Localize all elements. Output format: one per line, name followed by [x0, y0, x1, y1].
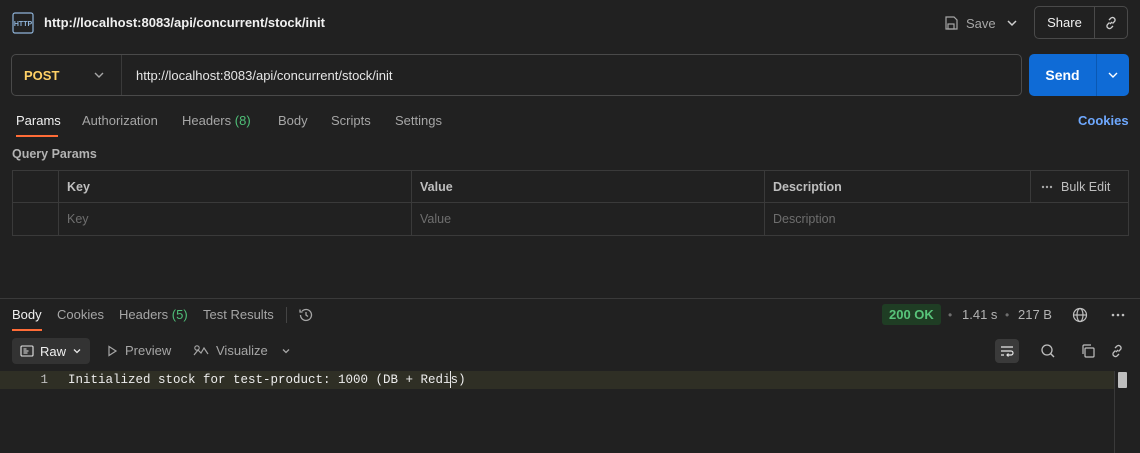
http-request-icon: HTTP	[10, 10, 36, 36]
response-time[interactable]: 1.41 s	[962, 307, 997, 322]
save-icon	[944, 16, 958, 30]
copy-link-button[interactable]	[1095, 7, 1127, 38]
key-input[interactable]: Key	[58, 203, 411, 235]
pane-divider[interactable]	[0, 298, 1140, 299]
scrollbar-track	[1114, 371, 1115, 453]
response-tab-headers[interactable]: Headers (5)	[119, 307, 188, 322]
preview-label: Preview	[125, 343, 172, 358]
column-header-key: Key	[58, 171, 411, 202]
description-input[interactable]: Description	[764, 203, 1128, 235]
column-header-value: Value	[411, 171, 764, 202]
response-tab-test-results[interactable]: Test Results	[203, 307, 274, 322]
method-select[interactable]: POST	[12, 55, 122, 95]
query-params-title: Query Params	[12, 147, 97, 161]
separator-dot: •	[1005, 308, 1010, 322]
save-label: Save	[966, 15, 996, 31]
response-tab-headers-count: (5)	[171, 307, 188, 322]
raw-format-select[interactable]: Raw	[12, 338, 90, 364]
preview-button[interactable]: Preview	[106, 343, 171, 358]
send-group: Send	[1029, 54, 1129, 96]
tab-headers-count: (8)	[234, 113, 251, 128]
method-label: POST	[24, 67, 60, 83]
chevron-down-icon	[1107, 69, 1119, 81]
visualize-label: Visualize	[216, 343, 268, 358]
request-title[interactable]: http://localhost:8083/api/concurrent/sto…	[44, 15, 325, 30]
status-badge[interactable]: 200 OK	[882, 304, 941, 325]
row-checkbox-cell	[13, 203, 58, 235]
wrap-lines-icon[interactable]	[995, 339, 1019, 363]
column-header-description: Description	[764, 171, 1030, 202]
play-icon	[106, 344, 118, 357]
visualize-icon	[193, 344, 209, 358]
copy-icon[interactable]	[1078, 341, 1098, 361]
response-tab-body[interactable]: Body	[12, 307, 42, 322]
url-bar: POST	[11, 54, 1022, 96]
more-options-icon[interactable]	[1041, 185, 1053, 189]
tab-authorization[interactable]: Authorization	[82, 113, 158, 128]
tab-body[interactable]: Body	[278, 113, 308, 128]
bulk-edit-button[interactable]: Bulk Edit	[1061, 180, 1110, 194]
send-options-button[interactable]	[1097, 54, 1129, 96]
tab-scripts[interactable]: Scripts	[331, 113, 371, 128]
tab-headers-label: Headers	[182, 113, 232, 128]
visualize-chevron-down-icon[interactable]	[278, 343, 294, 359]
save-options-chevron-down-icon[interactable]	[1000, 10, 1024, 36]
response-tab-headers-label: Headers	[119, 307, 169, 322]
raw-label: Raw	[40, 343, 67, 359]
tab-separator	[286, 307, 287, 323]
link-icon[interactable]	[1107, 341, 1127, 361]
tab-settings[interactable]: Settings	[395, 113, 442, 128]
value-input[interactable]: Value	[411, 203, 764, 235]
svg-text:HTTP: HTTP	[14, 21, 33, 28]
table-header-row: Key Value Description Bulk Edit	[13, 171, 1128, 203]
raw-icon	[20, 345, 34, 357]
response-body-text[interactable]: Initialized stock for test-product: 1000…	[68, 373, 466, 387]
checkbox-column-header	[13, 171, 58, 202]
globe-icon[interactable]	[1070, 305, 1090, 325]
history-icon[interactable]	[296, 305, 316, 325]
line-number: 1	[40, 373, 48, 387]
search-icon[interactable]	[1038, 341, 1058, 361]
response-tab-cookies[interactable]: Cookies	[57, 307, 104, 322]
save-button[interactable]: Save	[938, 10, 1002, 36]
separator-dot: •	[948, 308, 953, 322]
cookies-link[interactable]: Cookies	[1078, 113, 1129, 128]
active-response-tab-indicator	[12, 329, 42, 331]
send-button[interactable]: Send	[1029, 54, 1097, 96]
tab-params[interactable]: Params	[16, 113, 61, 128]
response-size[interactable]: 217 B	[1018, 307, 1052, 322]
scrollbar-thumb[interactable]	[1118, 372, 1127, 388]
share-button[interactable]: Share	[1035, 7, 1095, 38]
table-row: Key Value Description	[13, 203, 1128, 235]
share-group: Share	[1034, 6, 1128, 39]
more-options-icon[interactable]	[1108, 305, 1128, 325]
query-params-table: Key Value Description Bulk Edit Key Valu…	[12, 170, 1129, 236]
url-input[interactable]	[122, 55, 1021, 95]
chevron-down-icon	[93, 69, 105, 81]
text-cursor	[450, 371, 451, 388]
chevron-down-icon	[72, 346, 82, 356]
active-tab-indicator	[16, 135, 58, 137]
tab-headers[interactable]: Headers (8)	[182, 113, 251, 128]
bulk-edit-cell: Bulk Edit	[1030, 171, 1128, 202]
visualize-button[interactable]: Visualize	[193, 343, 268, 358]
link-icon	[1103, 15, 1119, 31]
